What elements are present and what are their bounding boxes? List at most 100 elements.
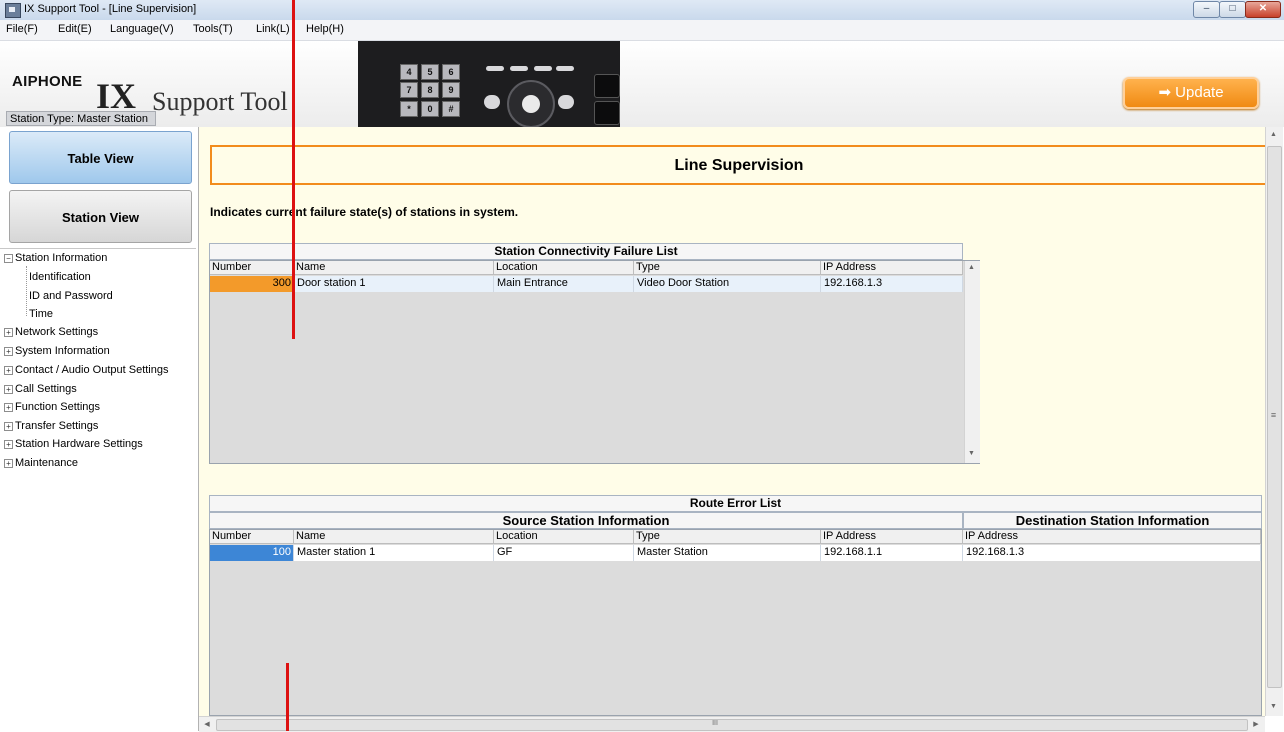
keypad-key: 7 bbox=[400, 82, 418, 98]
menu-edit[interactable]: Edit(E) bbox=[58, 23, 92, 35]
keypad-key: 6 bbox=[442, 64, 460, 80]
table-cell-location[interactable]: Main Entrance bbox=[494, 276, 634, 292]
navigation-center-icon bbox=[522, 95, 540, 113]
column-header-source-ip-address[interactable]: IP Address bbox=[821, 530, 963, 544]
scroll-left-arrow-icon[interactable]: ◀ bbox=[202, 720, 212, 728]
device-side-slot bbox=[594, 101, 620, 125]
tree-item-label: Contact / Audio Output Settings bbox=[15, 364, 169, 376]
expand-icon[interactable]: + bbox=[4, 384, 13, 394]
expand-icon[interactable]: + bbox=[4, 421, 13, 431]
tree-item-network-settings[interactable]: + Network Settings bbox=[4, 324, 98, 342]
tree-item-label: Network Settings bbox=[15, 326, 99, 338]
route-error-list-title: Route Error List bbox=[209, 495, 1262, 512]
column-header-location[interactable]: Location bbox=[494, 530, 634, 544]
connectivity-vertical-scrollbar[interactable] bbox=[964, 261, 980, 463]
expand-icon[interactable]: + bbox=[4, 439, 13, 449]
keypad-key: 4 bbox=[400, 64, 418, 80]
column-header-destination-ip-address[interactable]: IP Address bbox=[963, 530, 1261, 544]
column-header-name[interactable]: Name bbox=[294, 530, 494, 544]
column-header-name[interactable]: Name bbox=[294, 261, 494, 275]
table-cell-type[interactable]: Video Door Station bbox=[634, 276, 821, 292]
table-cell-number[interactable]: 300 bbox=[210, 276, 294, 292]
window-title: IX Support Tool - [Line Supervision] bbox=[24, 3, 197, 15]
keypad-key: 9 bbox=[442, 82, 460, 98]
column-header-location[interactable]: Location bbox=[494, 261, 634, 275]
expand-icon[interactable]: + bbox=[4, 365, 13, 375]
menu-file[interactable]: File(F) bbox=[6, 23, 38, 35]
tree-divider bbox=[0, 248, 196, 249]
station-view-button[interactable]: Station View bbox=[9, 190, 192, 243]
scroll-grip-icon: ≡ bbox=[1270, 410, 1277, 420]
tree-item-call-settings[interactable]: + Call Settings bbox=[4, 381, 77, 399]
device-button bbox=[558, 95, 574, 109]
close-button[interactable]: ✕ bbox=[1245, 1, 1281, 18]
product-name-support-tool: Support Tool bbox=[152, 87, 288, 116]
column-header-type[interactable]: Type bbox=[634, 261, 821, 275]
menu-tools[interactable]: Tools(T) bbox=[193, 23, 233, 35]
collapse-icon[interactable]: − bbox=[4, 253, 13, 263]
app-icon bbox=[5, 3, 21, 18]
column-header-ip-address[interactable]: IP Address bbox=[821, 261, 963, 275]
column-header-number[interactable]: Number bbox=[210, 261, 294, 275]
scroll-down-arrow-icon[interactable]: ▼ bbox=[964, 450, 979, 457]
minimize-button[interactable]: – bbox=[1193, 1, 1220, 18]
table-view-button[interactable]: Table View bbox=[9, 131, 192, 184]
tree-item-label: Station Information bbox=[15, 252, 108, 264]
device-button bbox=[486, 66, 504, 71]
connectivity-list-title: Station Connectivity Failure List bbox=[209, 243, 963, 260]
tree-item-time[interactable]: Time bbox=[29, 306, 53, 324]
page-description: Indicates current failure state(s) of st… bbox=[210, 205, 519, 219]
table-cell-name[interactable]: Master station 1 bbox=[294, 545, 494, 561]
maximize-button[interactable]: □ bbox=[1219, 1, 1246, 18]
tree-item-system-information[interactable]: + System Information bbox=[4, 343, 110, 361]
device-button bbox=[510, 66, 528, 71]
destination-station-group-header: Destination Station Information bbox=[963, 512, 1262, 529]
tree-item-id-and-password[interactable]: ID and Password bbox=[29, 288, 113, 306]
keypad-key: 0 bbox=[421, 101, 439, 117]
scroll-down-arrow-icon[interactable]: ▼ bbox=[1265, 703, 1282, 710]
update-button[interactable]: ➡ Update bbox=[1123, 77, 1259, 109]
table-cell-destination-ip[interactable]: 192.168.1.3 bbox=[963, 545, 1261, 561]
table-cell-name[interactable]: Door station 1 bbox=[294, 276, 494, 292]
source-station-group-header: Source Station Information bbox=[209, 512, 963, 529]
tree-item-contact-audio-output[interactable]: + Contact / Audio Output Settings bbox=[4, 362, 168, 380]
device-button bbox=[484, 95, 500, 109]
table-cell-number[interactable]: 100 bbox=[210, 545, 294, 561]
scroll-grip-icon: III bbox=[712, 720, 718, 727]
expand-icon[interactable]: + bbox=[4, 402, 13, 412]
menu-link[interactable]: Link(L) bbox=[256, 23, 290, 35]
column-header-type[interactable]: Type bbox=[634, 530, 821, 544]
scroll-up-arrow-icon[interactable]: ▲ bbox=[964, 264, 979, 271]
tree-item-identification[interactable]: Identification bbox=[29, 269, 91, 287]
tree-item-maintenance[interactable]: + Maintenance bbox=[4, 455, 78, 473]
column-header-number[interactable]: Number bbox=[210, 530, 294, 544]
table-cell-ip-address[interactable]: 192.168.1.3 bbox=[821, 276, 963, 292]
red-marker-line bbox=[292, 0, 295, 339]
tree-item-function-settings[interactable]: + Function Settings bbox=[4, 399, 100, 417]
table-cell-source-ip[interactable]: 192.168.1.1 bbox=[821, 545, 963, 561]
tree-item-label: Function Settings bbox=[15, 401, 100, 413]
tree-item-transfer-settings[interactable]: + Transfer Settings bbox=[4, 418, 98, 436]
tree-guide-line bbox=[26, 266, 28, 316]
scroll-right-arrow-icon[interactable]: ▶ bbox=[1251, 720, 1261, 728]
tree-item-label: Call Settings bbox=[15, 383, 77, 395]
keypad-key: # bbox=[442, 101, 460, 117]
horizontal-scroll-thumb[interactable] bbox=[216, 719, 1248, 731]
keypad-key: 8 bbox=[421, 82, 439, 98]
aiphone-logo: AIPHONE bbox=[12, 73, 83, 90]
expand-icon[interactable]: + bbox=[4, 458, 13, 468]
device-image: 4 5 6 7 8 9 * 0 # bbox=[358, 41, 620, 128]
tree-item-label: Maintenance bbox=[15, 457, 78, 469]
tree-item-station-hardware-settings[interactable]: + Station Hardware Settings bbox=[4, 436, 143, 454]
table-cell-type[interactable]: Master Station bbox=[634, 545, 821, 561]
scroll-up-arrow-icon[interactable]: ▲ bbox=[1265, 131, 1282, 138]
page-title: Line Supervision bbox=[674, 157, 804, 174]
station-type-label: Station Type: Master Station bbox=[6, 111, 156, 126]
table-cell-location[interactable]: GF bbox=[494, 545, 634, 561]
menu-help[interactable]: Help(H) bbox=[306, 23, 344, 35]
expand-icon[interactable]: + bbox=[4, 327, 13, 337]
expand-icon[interactable]: + bbox=[4, 346, 13, 356]
tree-item-station-information[interactable]: − Station Information bbox=[4, 250, 107, 268]
device-button bbox=[534, 66, 552, 71]
menu-language[interactable]: Language(V) bbox=[110, 23, 174, 35]
